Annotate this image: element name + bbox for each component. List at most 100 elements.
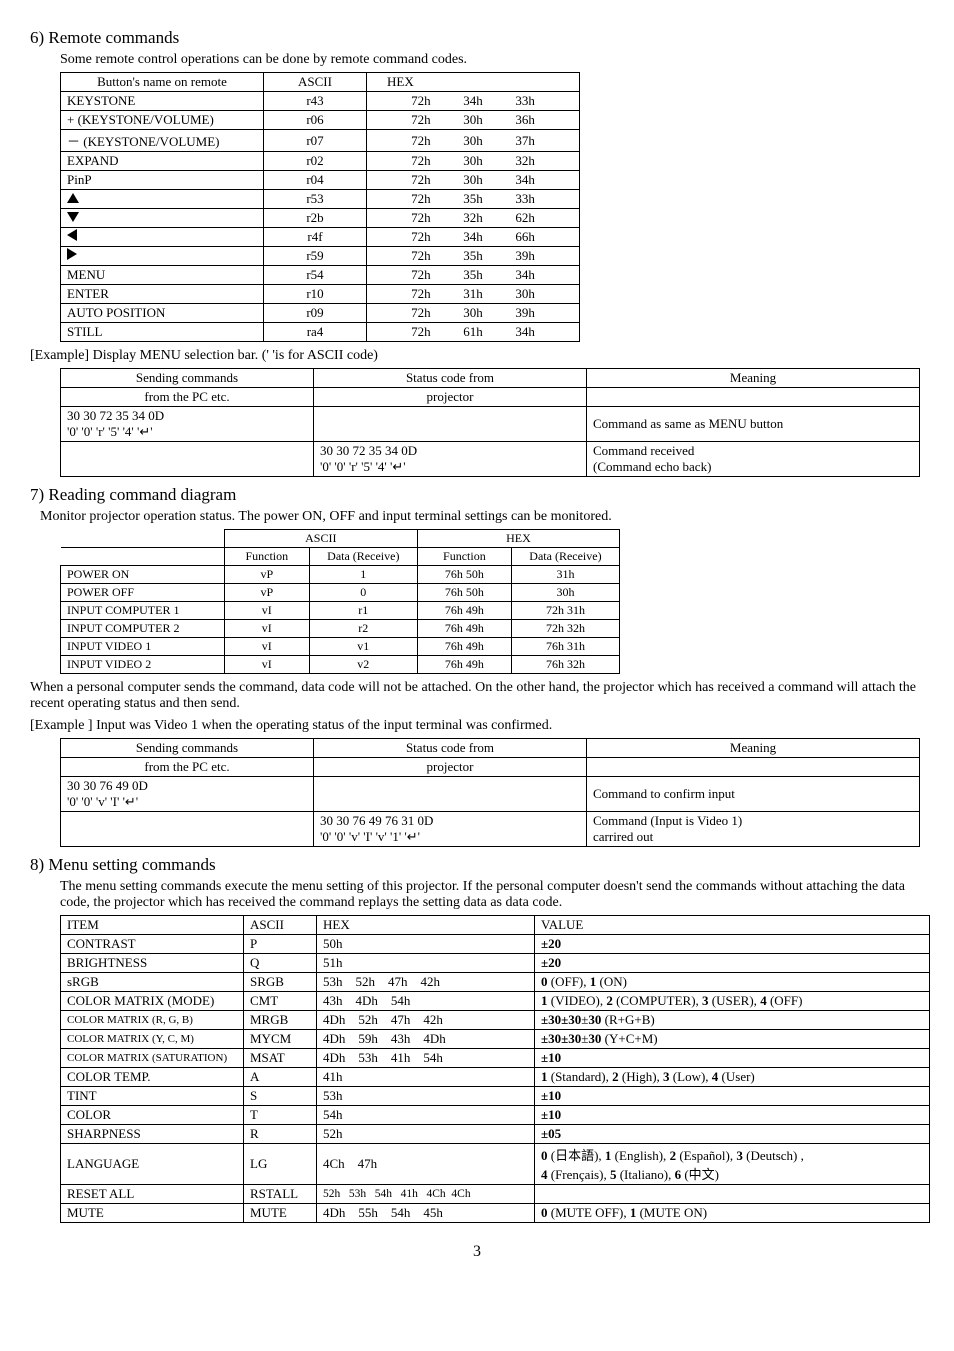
table-cell: 76h 49h <box>417 602 511 620</box>
table-cell <box>314 777 587 812</box>
col-ascii: ASCII <box>264 73 367 92</box>
table-cell: ENTER <box>61 285 264 304</box>
table-cell: 72h <box>367 152 441 171</box>
table-cell: v1 <box>309 638 417 656</box>
table-cell: RESET ALL <box>61 1185 244 1204</box>
ex6-h3b <box>587 388 920 407</box>
table-cell: Q <box>244 954 317 973</box>
table-cell: 62h <box>505 209 579 228</box>
table-cell: 33h <box>505 190 579 209</box>
table-cell: ±05 <box>535 1125 930 1144</box>
section-7-intro: Monitor projector operation status. The … <box>40 509 924 525</box>
col-function-h: Function <box>417 548 511 566</box>
table-cell: COLOR MATRIX (MODE) <box>61 992 244 1011</box>
section-6-intro: Some remote control operations can be do… <box>60 52 924 68</box>
table-cell: 0 (MUTE OFF), 1 (MUTE ON) <box>535 1204 930 1223</box>
section-7-note: When a personal computer sends the comma… <box>30 680 924 712</box>
table-cell: + (KEYSTONE/VOLUME) <box>61 111 264 130</box>
table-cell: 61h <box>441 323 506 342</box>
table-cell: INPUT VIDEO 2 <box>61 656 225 674</box>
example-label-6: [Example] Display MENU selection bar. ('… <box>30 348 924 364</box>
table-cell: r43 <box>264 92 367 111</box>
table-cell: 30h <box>441 304 506 323</box>
table-cell: vI <box>224 620 309 638</box>
table-cell: 66h <box>505 228 579 247</box>
col-function-a: Function <box>224 548 309 566</box>
col-button-name: Button's name on remote <box>61 73 264 92</box>
table-cell: 4Ch 47h <box>317 1144 535 1185</box>
table-cell: EXPAND <box>61 152 264 171</box>
table-cell: r09 <box>264 304 367 323</box>
table-cell: 72h <box>367 111 441 130</box>
table-cell: 34h <box>505 171 579 190</box>
table-cell: 33h <box>505 92 579 111</box>
table-cell: 35h <box>441 247 506 266</box>
table-cell: 30h <box>441 111 506 130</box>
send-ascii: '0' '0' 'r' '5' '4' '↵' <box>67 424 307 440</box>
col-ascii: ASCII <box>244 916 317 935</box>
table-cell: vI <box>224 638 309 656</box>
table-cell: 72h <box>367 228 441 247</box>
down-arrow-icon <box>67 212 79 222</box>
ex7-h2b: projector <box>314 758 587 777</box>
table-cell: 30 30 76 49 0D '0' '0' 'v' 'I' '↵' <box>61 777 314 812</box>
table-cell: COLOR MATRIX (Y, C, M) <box>61 1030 244 1049</box>
table-cell: 35h <box>441 190 506 209</box>
table-cell: 34h <box>441 228 506 247</box>
table-cell: vP <box>224 584 309 602</box>
ex7-h1b: from the PC etc. <box>61 758 314 777</box>
col-ascii: ASCII <box>224 530 417 548</box>
table-cell: r4f <box>264 228 367 247</box>
meaning-2: (Command echo back) <box>593 459 913 475</box>
table-cell: RSTALL <box>244 1185 317 1204</box>
table-cell: 52h 53h 54h 41h 4Ch 4Ch <box>317 1185 535 1204</box>
table-cell: MSAT <box>244 1049 317 1068</box>
table-cell: ±20 <box>535 935 930 954</box>
table-cell: ±10 <box>535 1049 930 1068</box>
table-cell: r07 <box>264 130 367 152</box>
table-cell: 1 <box>309 566 417 584</box>
table-cell: A <box>244 1068 317 1087</box>
table-cell: 39h <box>505 304 579 323</box>
table-cell: r53 <box>264 190 367 209</box>
table-cell: Command received (Command echo back) <box>587 442 920 477</box>
table-cell: 72h <box>367 92 441 111</box>
table-cell: 30h <box>441 130 506 152</box>
remote-commands-table: Button's name on remote ASCII HEX KEYSTO… <box>60 72 580 342</box>
ex6-h1: Sending commands <box>61 369 314 388</box>
ex6-h2: Status code from <box>314 369 587 388</box>
table-cell: vP <box>224 566 309 584</box>
table-cell: 53h 52h 47h 42h <box>317 973 535 992</box>
table-cell: 31h <box>441 285 506 304</box>
table-cell: 50h <box>317 935 535 954</box>
table-cell: PinP <box>61 171 264 190</box>
table-cell: 72h <box>367 323 441 342</box>
table-cell: 32h <box>505 152 579 171</box>
table-cell: 76h 32h <box>511 656 619 674</box>
table-cell <box>61 190 264 209</box>
status-hex: 30 30 76 49 76 31 0D <box>320 813 580 829</box>
ex6-h2b: projector <box>314 388 587 407</box>
ex7-h1: Sending commands <box>61 739 314 758</box>
col-hex: HEX <box>317 916 535 935</box>
table-cell: 54h <box>317 1106 535 1125</box>
table-cell: 30h <box>511 584 619 602</box>
send-hex: 30 30 76 49 0D <box>67 778 307 794</box>
meaning-1: Command (Input is Video 1) <box>593 813 913 829</box>
table-cell: r06 <box>264 111 367 130</box>
table-cell: ±20 <box>535 954 930 973</box>
table-cell: INPUT COMPUTER 1 <box>61 602 225 620</box>
table-cell: 51h <box>317 954 535 973</box>
meaning-2: carrired out <box>593 829 913 845</box>
ex6-h1b: from the PC etc. <box>61 388 314 407</box>
ex7-h2: Status code from <box>314 739 587 758</box>
table-cell: MUTE <box>61 1204 244 1223</box>
table-cell: r04 <box>264 171 367 190</box>
table-cell <box>61 442 314 477</box>
col-hex: HEX <box>417 530 619 548</box>
table-cell: ±10 <box>535 1087 930 1106</box>
blank-cell <box>61 530 225 548</box>
table-cell <box>61 228 264 247</box>
example-table-6: Sending commands Status code from Meanin… <box>60 368 920 477</box>
table-cell: MUTE <box>244 1204 317 1223</box>
